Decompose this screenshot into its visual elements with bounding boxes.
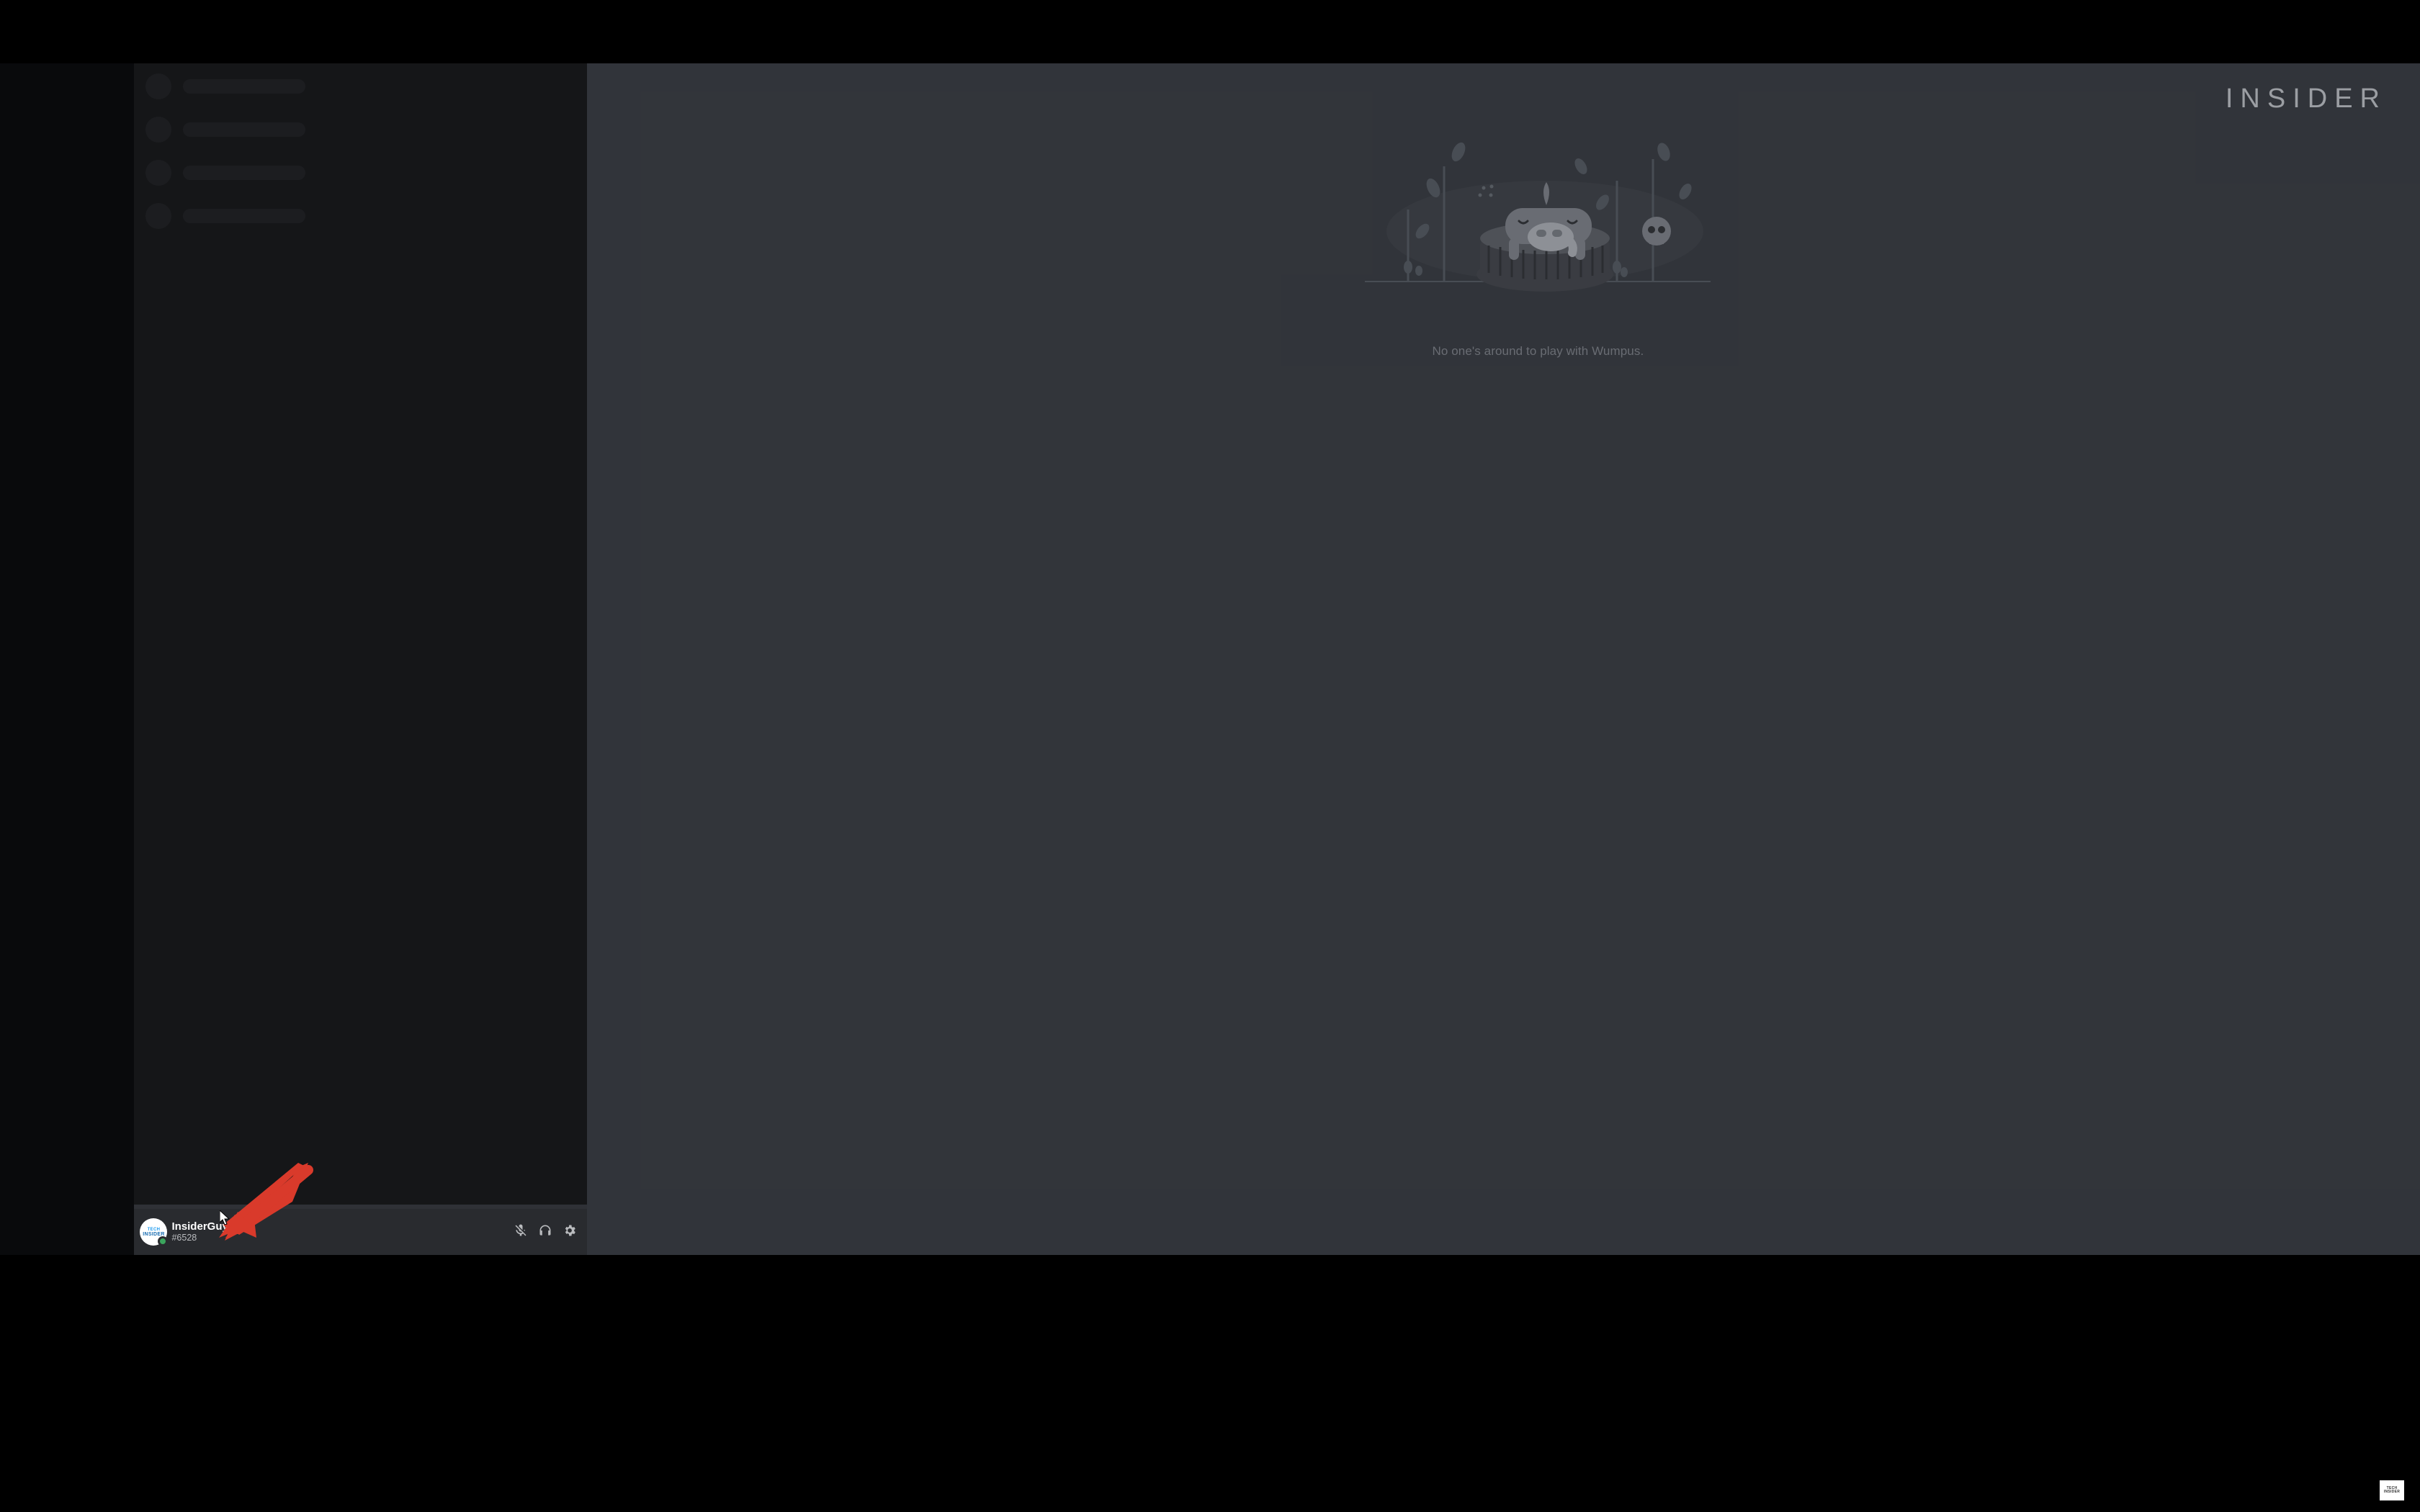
username-label: InsiderGuy2...: [171, 1220, 241, 1233]
guild-rail[interactable]: [0, 63, 134, 1255]
avatar[interactable]: TECH INSIDER: [140, 1218, 167, 1246]
main-content: INSIDER: [587, 63, 2420, 1255]
list-item: [145, 73, 575, 99]
wumpus-illustration: [1365, 123, 1711, 310]
list-item: [145, 203, 575, 229]
channel-placeholder-list: [134, 63, 586, 256]
deafen-button[interactable]: [534, 1220, 557, 1243]
app-stage: TECH INSIDER InsiderGuy2... #6528: [0, 63, 2420, 1255]
empty-state: No one's around to play with Wumpus.: [1365, 123, 1711, 359]
user-panel: TECH INSIDER InsiderGuy2... #6528: [134, 1209, 586, 1255]
list-item: [145, 117, 575, 143]
list-item: [145, 160, 575, 186]
channel-sidebar: TECH INSIDER InsiderGuy2... #6528: [134, 63, 586, 1255]
discriminator-label: #6528: [171, 1233, 241, 1243]
letterbox-bottom: TECH INSIDER: [0, 1255, 2420, 1512]
user-settings-button[interactable]: [558, 1220, 581, 1243]
empty-state-caption: No one's around to play with Wumpus.: [1365, 344, 1711, 359]
user-info[interactable]: InsiderGuy2... #6528: [171, 1220, 241, 1243]
headphones-icon: [538, 1223, 552, 1241]
tech-insider-badge: TECH INSIDER: [2380, 1480, 2404, 1500]
letterbox-top: [0, 0, 2420, 63]
mic-muted-icon: [514, 1223, 528, 1241]
gear-icon: [563, 1223, 577, 1241]
mute-mic-button[interactable]: [509, 1220, 532, 1243]
status-online-icon: [158, 1236, 168, 1246]
insider-watermark: INSIDER: [2226, 84, 2387, 114]
